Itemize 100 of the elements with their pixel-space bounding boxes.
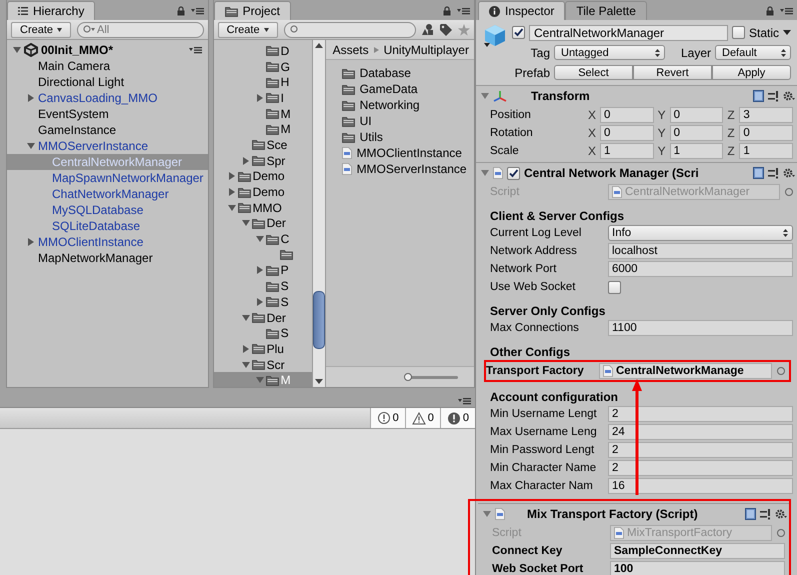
asset-item[interactable]: Utils [342, 129, 474, 145]
lock-icon[interactable] [766, 6, 774, 16]
hierarchy-item[interactable]: MySQLDatabase [7, 202, 208, 218]
object-picker-icon[interactable] [785, 188, 793, 196]
expand-arrow-icon[interactable] [228, 188, 236, 196]
menu-icon[interactable] [457, 7, 470, 15]
expand-arrow-icon[interactable] [228, 172, 236, 180]
active-checkbox[interactable] [512, 26, 525, 39]
folder-item[interactable]: MMO [214, 200, 312, 216]
folder-item[interactable]: P [214, 262, 312, 278]
folder-item[interactable]: G [214, 58, 312, 74]
hierarchy-item[interactable]: MMOClientInstance [7, 234, 208, 250]
folder-item[interactable]: D [214, 43, 312, 59]
tag-icon[interactable] [440, 24, 452, 36]
help-book-icon[interactable] [753, 90, 764, 102]
expand-arrow-icon[interactable] [228, 204, 236, 212]
folder-item[interactable]: S [214, 325, 312, 342]
object-picker-icon[interactable] [777, 529, 785, 537]
log-counter[interactable]: 0 [404, 408, 440, 428]
dropdown-arrow-icon[interactable] [783, 30, 791, 35]
input-field[interactable]: 0 [670, 125, 724, 141]
shapes-icon[interactable] [422, 24, 434, 35]
hierarchy-item[interactable]: MMOServerInstance [7, 138, 208, 154]
help-book-icon[interactable] [745, 508, 756, 520]
size-slider[interactable] [406, 373, 458, 381]
help-book-icon[interactable] [753, 167, 764, 179]
expand-arrow-icon[interactable] [242, 360, 250, 369]
name-field[interactable]: CentralNetworkManager [529, 24, 728, 40]
folder-item[interactable]: Scr [214, 356, 312, 372]
hierarchy-item[interactable]: EventSystem [7, 106, 208, 122]
log-counter[interactable]: 0 [440, 408, 475, 428]
hierarchy-item[interactable]: SQLiteDatabase [7, 218, 208, 234]
expand-arrow-icon[interactable] [27, 142, 35, 150]
gear-icon[interactable] [775, 508, 787, 520]
folder-item[interactable]: Demo [214, 184, 312, 200]
object-picker-icon[interactable] [777, 367, 785, 375]
inspector-tab[interactable]: Tile Palette [565, 1, 647, 20]
input-field[interactable]: 2 [608, 460, 793, 476]
folder-item[interactable]: H [214, 74, 312, 90]
expand-arrow-icon[interactable] [256, 235, 264, 244]
asset-item[interactable]: UI [342, 113, 474, 129]
breadcrumb-item[interactable]: UnityMultiplayer [384, 42, 469, 56]
star-icon[interactable] [458, 24, 470, 36]
input-field[interactable]: 1 [670, 143, 724, 159]
expand-arrow-icon[interactable] [256, 298, 264, 306]
folder-item[interactable]: S [214, 278, 312, 294]
expand-arrow-icon[interactable] [256, 94, 264, 102]
expand-arrow-icon[interactable] [242, 219, 250, 228]
folder-item[interactable]: I [214, 90, 312, 106]
hierarchy-item[interactable]: CanvasLoading_MMO [7, 90, 208, 106]
sliders-icon[interactable] [768, 90, 779, 102]
expand-arrow-icon[interactable] [481, 169, 489, 177]
hierarchy-item[interactable]: 00Init_MMO* [7, 42, 208, 58]
gear-icon[interactable] [783, 90, 795, 102]
gear-icon[interactable] [783, 168, 795, 178]
object-field[interactable]: CentralNetworkManage [599, 363, 772, 379]
input-field[interactable]: localhost [608, 243, 793, 259]
inspector-tab[interactable]: Inspector [478, 1, 566, 20]
scroll-thumb[interactable] [312, 291, 325, 349]
expand-arrow-icon[interactable] [256, 266, 264, 274]
lock-icon[interactable] [176, 6, 185, 16]
folder-item[interactable]: Demo [214, 168, 312, 184]
expand-arrow-icon[interactable] [481, 92, 489, 100]
lock-icon[interactable] [443, 6, 451, 16]
input-field[interactable]: 100 [610, 561, 785, 575]
input-field[interactable]: 2 [608, 442, 793, 458]
hierarchy-item[interactable]: Directional Light [7, 74, 208, 90]
layer-dropdown[interactable]: Default [715, 45, 791, 60]
input-field[interactable]: 3 [739, 107, 794, 123]
folder-item[interactable]: Der [214, 310, 312, 326]
search-field[interactable] [284, 22, 416, 38]
input-field[interactable]: 0 [670, 107, 724, 123]
asset-item[interactable]: Database [342, 65, 474, 81]
sliders-icon[interactable] [760, 508, 771, 520]
expand-arrow-icon[interactable] [242, 314, 250, 322]
folder-item[interactable]: Sce [214, 137, 312, 153]
menu-icon[interactable] [458, 397, 471, 405]
expand-arrow-icon[interactable] [27, 94, 35, 102]
hierarchy-item[interactable]: ChatNetworkManager [7, 186, 208, 202]
scrollbar[interactable] [312, 40, 326, 387]
expand-arrow-icon[interactable] [242, 156, 250, 165]
expand-arrow-icon[interactable] [256, 376, 264, 384]
asset-item[interactable]: MMOClientInstance [342, 145, 474, 161]
hierarchy-item[interactable]: MapSpawnNetworkManager [7, 170, 208, 186]
input-field[interactable]: 0 [739, 125, 794, 141]
folder-item[interactable]: M [214, 121, 312, 138]
menu-icon[interactable] [780, 7, 793, 15]
log-counter[interactable]: 0 [370, 408, 405, 428]
input-field[interactable]: 0 [600, 125, 654, 141]
folder-item[interactable]: S [214, 294, 312, 310]
breadcrumb-item[interactable]: Assets [332, 42, 369, 56]
hierarchy-item[interactable]: GameInstance [7, 122, 208, 138]
asset-item[interactable]: MMOServerInstance [342, 161, 474, 177]
panel-tab[interactable]: Hierarchy [7, 1, 96, 20]
input-field[interactable]: 6000 [608, 261, 793, 277]
input-field[interactable]: 24 [608, 424, 793, 440]
input-field[interactable]: 1100 [608, 320, 793, 336]
asset-item[interactable]: GameData [342, 81, 474, 97]
input-field[interactable]: 1 [600, 143, 654, 159]
folder-item[interactable]: Plu [214, 341, 312, 357]
